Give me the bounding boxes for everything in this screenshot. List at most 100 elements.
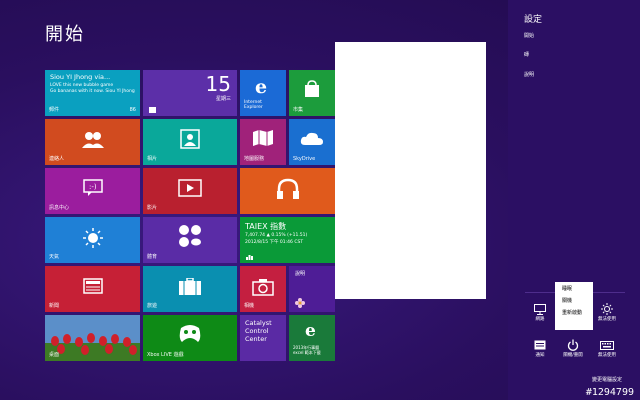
tile-desktop-label: 桌面	[49, 352, 60, 358]
chart-icon	[245, 253, 253, 260]
finance-timestamp: 2012/8/15 下午 01:46 CST	[245, 240, 304, 245]
tile-photos-label: 相片	[147, 156, 158, 162]
brightness-button[interactable]: 無法使用	[590, 302, 624, 322]
tile-sports-label: 體育	[147, 254, 158, 260]
internet-explorer-icon: e	[252, 76, 274, 96]
tile-messaging[interactable]: :-) 訊息中心	[45, 168, 140, 214]
brightness-label: 無法使用	[598, 317, 616, 322]
tile-messaging-label: 訊息中心	[49, 205, 70, 211]
blank-panel	[335, 42, 486, 299]
calendar-weekday: 星期三	[215, 96, 231, 102]
settings-heading: 設定	[524, 15, 543, 25]
tile-ie-label: Internet Explorer	[244, 100, 263, 110]
tile-skydrive[interactable]: SkyDrive	[289, 119, 335, 165]
tile-music[interactable]	[240, 168, 335, 214]
tile-video[interactable]: 影片	[143, 168, 237, 214]
tile-help[interactable]: 說明	[289, 266, 335, 312]
tile-xbox[interactable]: Xbox LIVE 遊戲	[143, 315, 237, 361]
tile-photos[interactable]: 相片	[143, 119, 237, 165]
finance-title: TAIEX 指數	[245, 222, 287, 231]
keyboard-button[interactable]: 無法使用	[590, 338, 624, 358]
excel-ie-icon: e	[302, 319, 322, 339]
people-icon	[80, 129, 105, 151]
tile-finance[interactable]: TAIEX 指數 7,407.74 ▲ 0.15% (+11.51) 2012/…	[240, 217, 335, 263]
tile-mail-label: 郵件	[49, 107, 60, 113]
settings-item-tiles[interactable]: 磚	[524, 51, 529, 58]
tile-store[interactable]: 市集	[289, 70, 335, 116]
tile-catalyst-line-2: Control	[245, 327, 269, 335]
tile-video-label: 影片	[147, 205, 158, 211]
tile-mail-sender: Siou YI Jhong via...	[50, 73, 111, 81]
tile-calendar[interactable]: 15 星期三	[143, 70, 237, 116]
calendar-day: 15	[205, 72, 231, 96]
desktop-wallpaper-tulips	[45, 315, 140, 361]
tile-desktop[interactable]: 桌面	[45, 315, 140, 361]
map-icon	[251, 128, 275, 148]
headphones-icon	[275, 176, 301, 202]
tile-mail-preview: Go bananas with it now. Siou YI Jhong	[50, 89, 135, 94]
settings-item-help[interactable]: 說明	[524, 71, 534, 78]
tile-excel-line-2: excel 範本下載	[293, 350, 321, 355]
tile-mail[interactable]: Siou YI Jhong via... LOVE this new bubbl…	[45, 70, 140, 116]
watermark-id: #1294799	[585, 387, 634, 398]
sports-balls-icon	[177, 223, 203, 249]
tile-catalyst[interactable]: Catalyst Control Center	[240, 315, 286, 361]
power-menu-sleep[interactable]: 睡眠	[555, 282, 593, 294]
tile-ie-label-2: Explorer	[244, 105, 263, 110]
suitcase-icon	[177, 276, 203, 298]
tile-sports[interactable]: 體育	[143, 217, 237, 263]
notifications-button[interactable]: 通知	[523, 338, 557, 358]
tile-help-label: 說明	[295, 271, 306, 277]
cloud-icon	[299, 130, 325, 148]
network-label: 網路	[535, 317, 545, 322]
tile-travel-label: 旅遊	[147, 303, 158, 309]
shopping-bag-icon	[302, 79, 322, 99]
settings-item-start[interactable]: 開始	[524, 32, 534, 39]
photo-icon	[179, 128, 201, 150]
tile-excel-label: 2013年行事曆 excel 範本下載	[293, 345, 321, 355]
tile-ie[interactable]: e Internet Explorer	[240, 70, 286, 116]
tile-camera[interactable]: 相機	[240, 266, 286, 312]
tile-excel-template[interactable]: e 2013年行事曆 excel 範本下載	[289, 315, 335, 361]
svg-text::-): :-)	[89, 183, 97, 191]
video-play-icon	[177, 178, 203, 198]
svg-text:e: e	[305, 321, 316, 338]
power-button[interactable]: 關機/重開	[556, 338, 590, 358]
change-pc-settings-link[interactable]: 變更電腦設定	[592, 376, 622, 383]
keyboard-label: 無法使用	[598, 353, 616, 358]
brightness-icon	[590, 302, 624, 316]
sun-icon	[82, 227, 104, 249]
tile-xbox-label: Xbox LIVE 遊戲	[147, 352, 184, 358]
flower-icon	[294, 297, 306, 309]
tile-weather-label: 天氣	[49, 254, 60, 260]
tile-people-label: 連絡人	[49, 156, 65, 162]
game-controller-icon	[177, 323, 203, 345]
chat-bubble-icon: :-)	[82, 178, 104, 198]
tile-camera-label: 相機	[244, 303, 255, 309]
power-label: 關機/重開	[563, 353, 583, 358]
finance-index-value: 7,407.74 ▲ 0.15% (+11.51)	[245, 233, 308, 238]
tile-travel[interactable]: 旅遊	[143, 266, 237, 312]
tile-people[interactable]: 連絡人	[45, 119, 140, 165]
tile-catalyst-line-3: Center	[245, 335, 267, 343]
tile-mail-subject: LOVE this new bubble game	[50, 83, 114, 88]
newspaper-icon	[82, 276, 104, 296]
tile-maps[interactable]: 地圖服務	[240, 119, 286, 165]
power-menu-restart[interactable]: 重新啟動	[555, 306, 593, 318]
power-icon	[556, 338, 590, 352]
tile-catalyst-line-1: Catalyst	[245, 319, 272, 327]
network-icon	[523, 302, 557, 316]
tile-news[interactable]: 新聞	[45, 266, 140, 312]
tile-news-label: 新聞	[49, 303, 60, 309]
power-menu: 睡眠 關機 重新啟動	[555, 282, 593, 330]
power-menu-shutdown[interactable]: 關機	[555, 294, 593, 306]
svg-text:e: e	[255, 76, 267, 96]
network-button[interactable]: 網路	[523, 302, 557, 322]
tile-maps-label: 地圖服務	[244, 156, 265, 162]
notifications-icon	[523, 338, 557, 352]
tile-catalyst-title: Catalyst Control Center	[245, 319, 272, 343]
calendar-icon	[148, 106, 156, 113]
keyboard-icon	[590, 338, 624, 352]
tile-weather[interactable]: 天氣	[45, 217, 140, 263]
tile-mail-count: 86	[129, 107, 136, 113]
